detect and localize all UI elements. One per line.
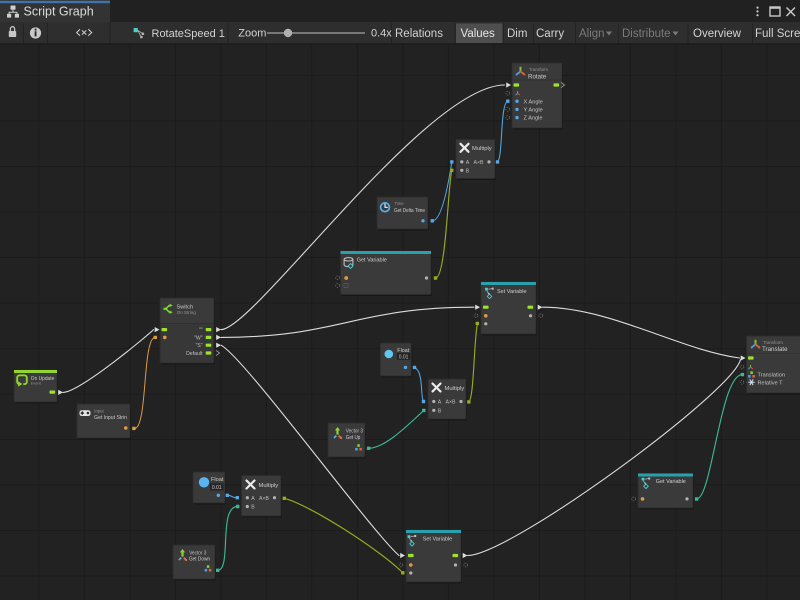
- svg-text:Get Variable: Get Variable: [357, 257, 387, 263]
- svg-text:0.4x: 0.4x: [371, 28, 392, 40]
- svg-text:Multiply: Multiply: [259, 483, 279, 489]
- svg-text:A×B: A×B: [474, 160, 484, 166]
- svg-text:On String: On String: [177, 310, 197, 315]
- svg-text:"": "": [199, 328, 203, 334]
- svg-text:X Angle: X Angle: [524, 99, 543, 105]
- svg-text:B: B: [466, 168, 470, 174]
- svg-text:Get Delta Time: Get Delta Time: [394, 208, 425, 214]
- svg-text:A×B: A×B: [446, 400, 456, 406]
- svg-text:"S": "S": [196, 343, 203, 349]
- svg-text:Carry: Carry: [536, 28, 564, 40]
- svg-text:Default: Default: [186, 351, 203, 357]
- svg-text:Distribute: Distribute: [622, 28, 671, 40]
- svg-text:Get Input Strin: Get Input Strin: [94, 415, 127, 421]
- svg-text:Set Variable: Set Variable: [423, 536, 453, 542]
- svg-text:Event: Event: [31, 381, 42, 386]
- svg-text:Translation: Translation: [758, 373, 785, 379]
- svg-text:Align: Align: [579, 28, 605, 40]
- svg-text:Relative T: Relative T: [758, 380, 784, 386]
- svg-text:Relations: Relations: [395, 28, 443, 40]
- svg-text:A: A: [438, 400, 442, 406]
- svg-text:A×B: A×B: [259, 496, 269, 502]
- svg-text:Full Scre: Full Scre: [755, 28, 800, 40]
- svg-text:Y Angle: Y Angle: [524, 108, 543, 114]
- svg-text:Overview: Overview: [693, 28, 742, 40]
- svg-text:Multiply: Multiply: [472, 146, 492, 152]
- svg-text:Get Down: Get Down: [189, 557, 210, 563]
- svg-text:Transform: Transform: [529, 67, 548, 72]
- svg-text:0.01: 0.01: [212, 485, 222, 491]
- svg-text:Get Up: Get Up: [346, 435, 361, 441]
- svg-text:Vector 3: Vector 3: [189, 551, 206, 557]
- svg-text:B: B: [438, 409, 442, 415]
- svg-text:Dim: Dim: [507, 28, 527, 40]
- svg-text:Script Graph: Script Graph: [24, 5, 94, 19]
- svg-text:A: A: [466, 160, 470, 166]
- svg-text:Values: Values: [461, 28, 496, 40]
- svg-text:0.01: 0.01: [399, 354, 409, 360]
- svg-text:Set Variable: Set Variable: [497, 289, 527, 295]
- svg-text:Rotate: Rotate: [528, 74, 547, 81]
- svg-text:Get Variable: Get Variable: [656, 479, 686, 485]
- svg-text:Multiply: Multiply: [445, 386, 465, 392]
- svg-text:Z Angle: Z Angle: [524, 116, 543, 122]
- svg-text:B: B: [251, 505, 255, 511]
- svg-text:A: A: [251, 496, 255, 502]
- svg-text:RotateSpeed 1: RotateSpeed 1: [152, 28, 225, 40]
- svg-text:Input: Input: [94, 408, 104, 413]
- svg-text:Transform: Transform: [763, 340, 783, 345]
- svg-text:Translate: Translate: [762, 346, 788, 353]
- svg-text:Float: Float: [211, 477, 224, 483]
- svg-text:Zoom: Zoom: [238, 28, 266, 40]
- svg-text:"W": "W": [194, 335, 202, 341]
- svg-text:Time: Time: [395, 201, 405, 206]
- svg-text:Vector 3: Vector 3: [346, 428, 363, 434]
